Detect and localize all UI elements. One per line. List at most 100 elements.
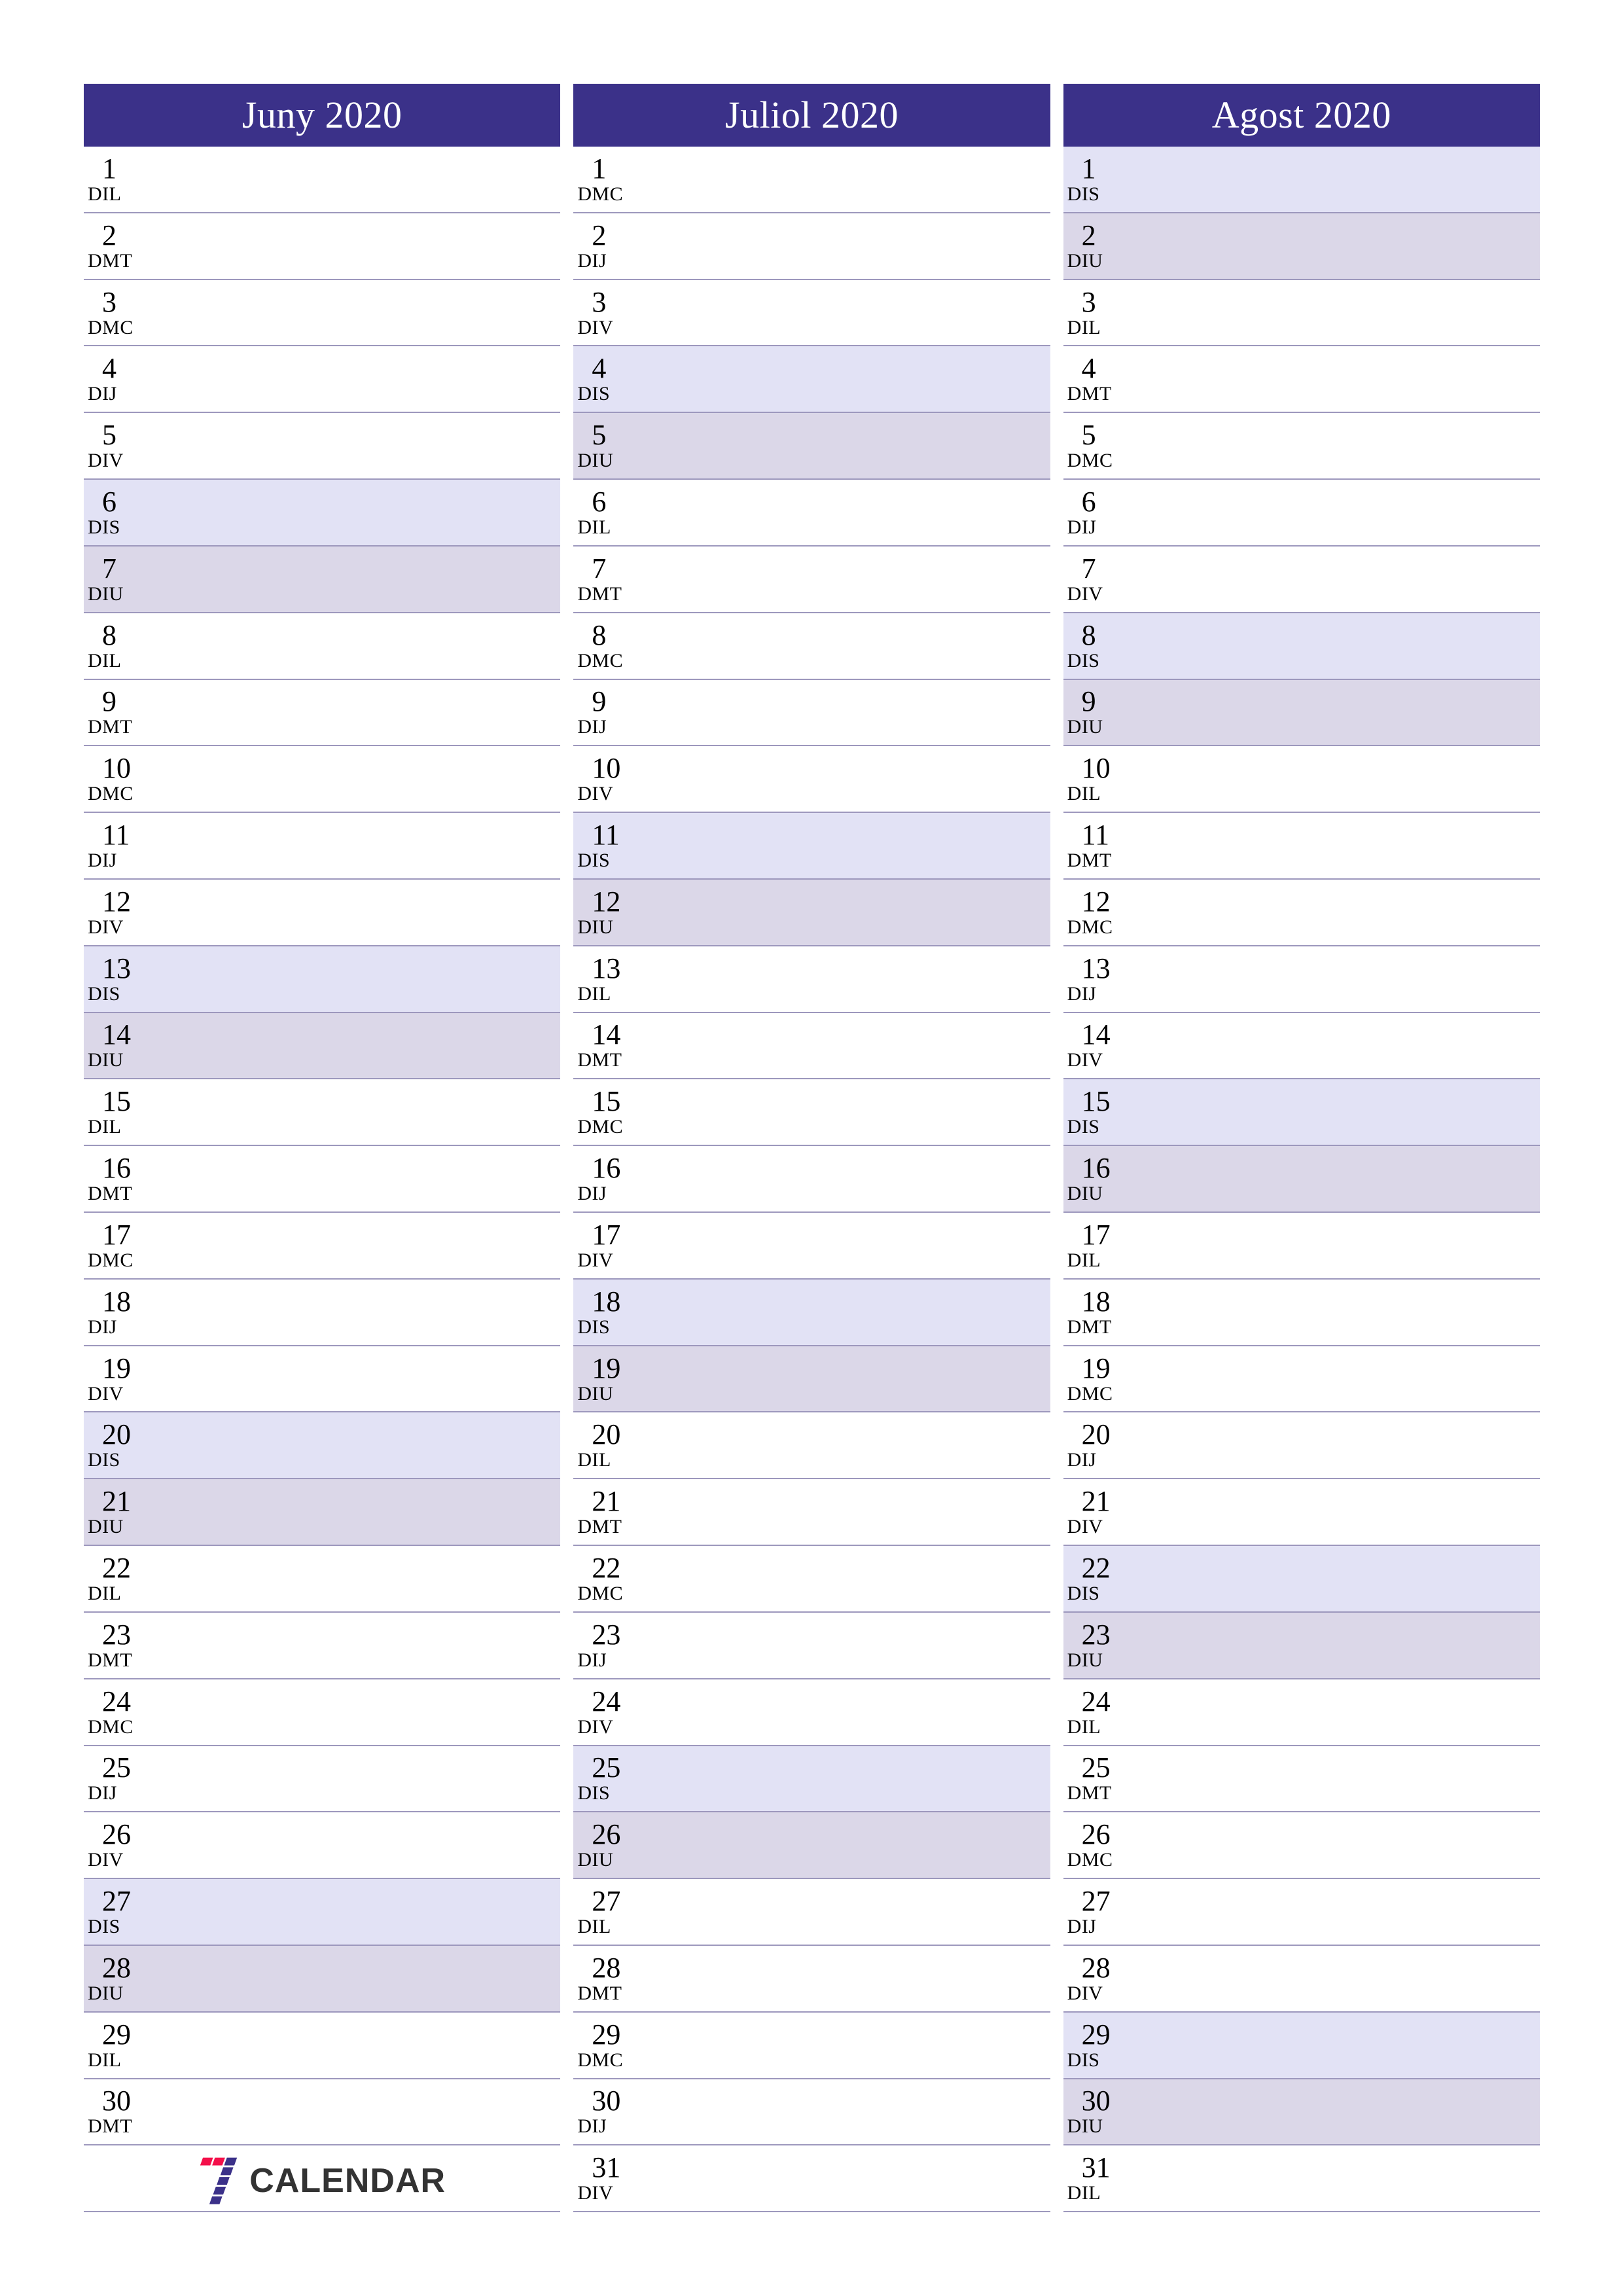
day-row[interactable]: 3 DIL [1063, 280, 1540, 347]
day-row[interactable]: 18 DIS [573, 1279, 1050, 1346]
day-row[interactable]: 3 DIV [573, 280, 1050, 347]
day-row[interactable]: 6 DIL [573, 480, 1050, 547]
day-row[interactable]: 26 DIU [573, 1812, 1050, 1880]
day-row[interactable]: 13 DIJ [1063, 946, 1540, 1013]
day-row[interactable]: 29 DIS [1063, 2012, 1540, 2079]
day-row[interactable]: 5 DMC [1063, 413, 1540, 480]
day-row[interactable]: 1 DIL [84, 147, 561, 213]
day-row[interactable]: 11 DIS [573, 813, 1050, 880]
day-row[interactable]: 12 DIU [573, 879, 1050, 946]
day-row[interactable]: 10 DMC [84, 746, 561, 814]
day-row[interactable]: 28 DMT [573, 1946, 1050, 2013]
day-abbreviation: DIL [88, 183, 122, 205]
day-row[interactable]: 8 DMC [573, 613, 1050, 680]
day-row[interactable]: 14 DIV [1063, 1013, 1540, 1080]
day-row[interactable]: 23 DIU [1063, 1612, 1540, 1679]
day-row[interactable]: 12 DMC [1063, 880, 1540, 946]
day-abbreviation: DMT [1067, 1782, 1112, 1804]
day-row[interactable]: 4 DIS [573, 346, 1050, 414]
day-number: 21 [102, 1485, 131, 1518]
day-row[interactable]: 17 DIV [573, 1213, 1050, 1280]
day-row[interactable]: 29 DMC [573, 2013, 1050, 2079]
day-row[interactable]: 13 DIS [84, 946, 561, 1013]
day-row[interactable]: 1 DIS [1063, 147, 1540, 213]
day-row[interactable]: 20 DIS [84, 1412, 561, 1480]
day-abbreviation: DMT [88, 1183, 133, 1205]
day-row[interactable]: 22 DMC [573, 1546, 1050, 1613]
day-row[interactable]: 16 DIJ [573, 1146, 1050, 1213]
day-row[interactable]: 6 DIS [84, 480, 561, 547]
day-row[interactable]: 1 DMC [573, 147, 1050, 213]
day-row[interactable]: 4 DMT [1063, 346, 1540, 414]
day-row[interactable]: 25 DIS [573, 1746, 1050, 1813]
day-row[interactable]: 17 DMC [84, 1213, 561, 1280]
day-row[interactable]: 18 DIJ [84, 1280, 561, 1346]
day-row[interactable]: 2 DIJ [573, 213, 1050, 280]
day-row[interactable]: 28 DIV [1063, 1946, 1540, 2013]
day-row[interactable]: 15 DIS [1063, 1079, 1540, 1147]
day-row[interactable]: 26 DMC [1063, 1812, 1540, 1880]
day-row[interactable]: 25 DMT [1063, 1746, 1540, 1813]
day-row[interactable]: 7 DMT [573, 547, 1050, 613]
day-row[interactable]: 26 DIV [84, 1812, 561, 1880]
day-row[interactable]: 22 DIL [84, 1546, 561, 1613]
day-row[interactable]: 30 DMT [84, 2079, 561, 2146]
day-number: 27 [102, 1885, 131, 1918]
day-row[interactable]: 5 DIV [84, 413, 561, 480]
day-number: 31 [1081, 2151, 1111, 2184]
day-row[interactable]: 3 DMC [84, 280, 561, 347]
day-row[interactable]: 10 DIL [1063, 746, 1540, 814]
day-row[interactable]: 6 DIJ [1063, 480, 1540, 547]
day-row[interactable]: 9 DMT [84, 680, 561, 747]
day-row[interactable]: 23 DIJ [573, 1613, 1050, 1679]
day-row[interactable]: 30 DIJ [573, 2079, 1050, 2146]
day-row[interactable]: 21 DIV [1063, 1479, 1540, 1547]
day-row[interactable]: 27 DIL [573, 1879, 1050, 1946]
day-abbreviation: DMC [88, 783, 134, 805]
day-row[interactable]: 27 DIJ [1063, 1879, 1540, 1946]
day-row[interactable]: 19 DIV [84, 1346, 561, 1413]
day-row[interactable]: 11 DMT [1063, 813, 1540, 880]
day-row[interactable]: 21 DMT [573, 1479, 1050, 1547]
day-row[interactable]: 24 DMC [84, 1679, 561, 1746]
day-row[interactable]: 10 DIV [573, 746, 1050, 814]
day-row[interactable]: 9 DIJ [573, 680, 1050, 747]
day-row[interactable]: 20 DIL [573, 1412, 1050, 1480]
day-row[interactable]: 7 DIU [84, 546, 561, 613]
day-row[interactable]: 31 DIV [573, 2145, 1050, 2213]
day-row[interactable]: 30 DIU [1063, 2079, 1540, 2146]
day-row[interactable]: 11 DIJ [84, 813, 561, 880]
day-row[interactable]: 9 DIU [1063, 679, 1540, 747]
day-row[interactable]: 4 DIJ [84, 346, 561, 414]
day-row[interactable]: 23 DMT [84, 1613, 561, 1679]
day-row[interactable]: 22 DIS [1063, 1546, 1540, 1613]
day-row[interactable]: 18 DMT [1063, 1280, 1540, 1346]
day-row[interactable]: 31 DIL [1063, 2145, 1540, 2213]
day-row[interactable]: 16 DIU [1063, 1146, 1540, 1213]
day-row[interactable]: 19 DIU [573, 1346, 1050, 1413]
day-row[interactable]: 20 DIJ [1063, 1412, 1540, 1480]
day-row[interactable]: 17 DIL [1063, 1213, 1540, 1280]
day-row[interactable]: 8 DIL [84, 613, 561, 680]
day-row[interactable]: 29 DIL [84, 2013, 561, 2079]
day-row[interactable]: 13 DIL [573, 946, 1050, 1013]
day-row[interactable]: 16 DMT [84, 1146, 561, 1213]
day-row[interactable]: 2 DMT [84, 213, 561, 280]
day-row[interactable]: 25 DIJ [84, 1746, 561, 1813]
day-row[interactable]: 24 DIV [573, 1679, 1050, 1746]
day-row[interactable]: 2 DIU [1063, 213, 1540, 280]
day-number: 22 [592, 1551, 621, 1584]
day-row[interactable]: 28 DIU [84, 1945, 561, 2013]
day-row[interactable]: 27 DIS [84, 1879, 561, 1946]
day-row[interactable]: 8 DIS [1063, 613, 1540, 680]
day-row[interactable]: 19 DMC [1063, 1346, 1540, 1413]
day-row[interactable]: 14 DIU [84, 1013, 561, 1080]
day-row[interactable]: 5 DIU [573, 413, 1050, 480]
day-row[interactable]: 15 DMC [573, 1079, 1050, 1147]
day-row[interactable]: 14 DMT [573, 1013, 1050, 1080]
day-row[interactable]: 12 DIV [84, 880, 561, 946]
day-row[interactable]: 24 DIL [1063, 1679, 1540, 1746]
day-row[interactable]: 7 DIV [1063, 547, 1540, 613]
day-row[interactable]: 15 DIL [84, 1079, 561, 1147]
day-row[interactable]: 21 DIU [84, 1479, 561, 1547]
